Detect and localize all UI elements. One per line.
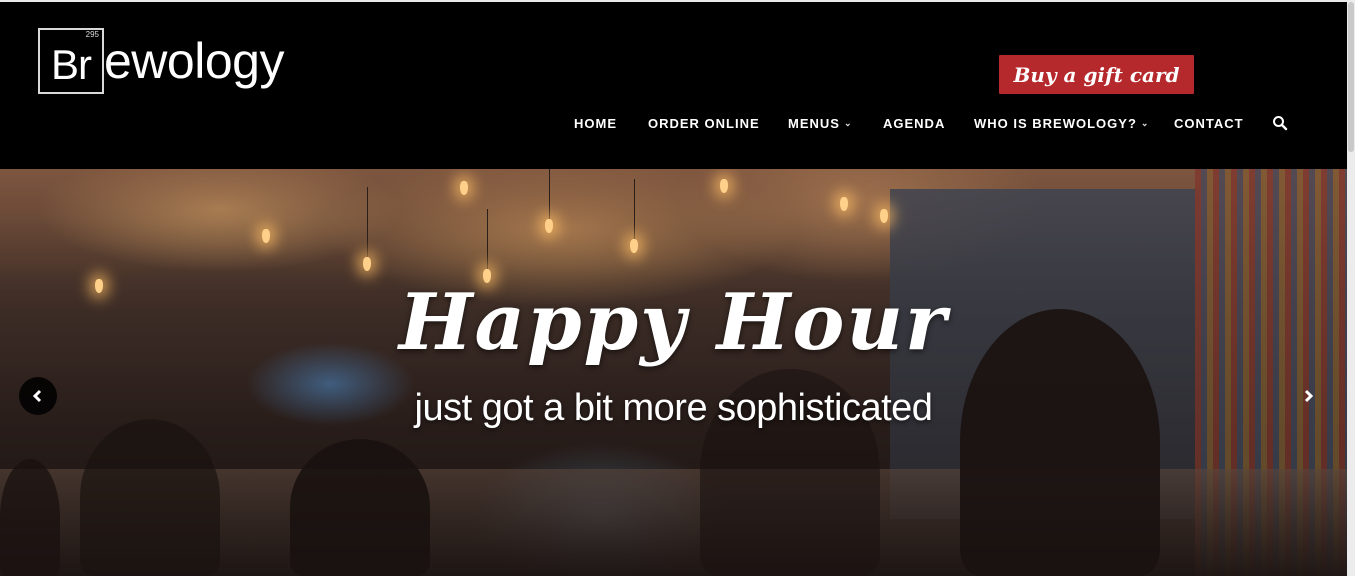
nav-who-is-brewology[interactable]: WHO IS BREWOLOGY? ⌄ [974, 116, 1149, 131]
nav-home-label: HOME [574, 116, 617, 131]
logo-element-box: 295 Br [38, 28, 104, 94]
site-header: 295 Br ewology Buy a gift card HOME ORDE… [0, 2, 1347, 169]
nav-agenda-label: AGENDA [883, 116, 946, 131]
chevron-down-icon: ⌄ [1140, 118, 1150, 128]
chevron-left-icon [32, 389, 42, 403]
slider-next-button[interactable] [1289, 377, 1327, 415]
hero-subtitle: just got a bit more sophisticated [414, 387, 933, 429]
nav-agenda[interactable]: AGENDA [883, 116, 945, 131]
nav-home[interactable]: HOME [574, 116, 617, 131]
hero-bg-person [80, 419, 220, 576]
nav-order-online-label: ORDER ONLINE [648, 116, 760, 131]
pendant-lamp [460, 181, 468, 195]
logo-element-number: 295 [85, 30, 99, 39]
scrollbar-thumb[interactable] [1348, 2, 1354, 152]
hero-bg-person [290, 439, 430, 576]
logo-element-symbol: Br [51, 41, 92, 88]
pendant-lamp [630, 239, 638, 253]
pendant-wire [487, 209, 488, 269]
pendant-wire [549, 169, 550, 219]
pendant-wire [634, 179, 635, 239]
pendant-lamp [880, 209, 888, 223]
pendant-lamp [545, 219, 553, 233]
pendant-lamp [363, 257, 371, 271]
nav-menus-label: MENUS [788, 116, 840, 131]
pendant-lamp [262, 229, 270, 243]
hero-slider: Happy Hour just got a bit more sophistic… [0, 169, 1347, 576]
nav-who-label: WHO IS BREWOLOGY? [974, 116, 1137, 131]
nav-menus[interactable]: MENUS ⌄ [788, 116, 853, 131]
chevron-down-icon: ⌄ [843, 118, 853, 128]
gift-card-button[interactable]: Buy a gift card [999, 55, 1194, 94]
hero-bg-person [0, 459, 60, 576]
pendant-lamp [720, 179, 728, 193]
nav-contact[interactable]: CONTACT [1174, 116, 1244, 131]
logo-wordmark: ewology [104, 33, 284, 89]
slider-prev-button[interactable] [19, 377, 57, 415]
brewology-logo[interactable]: 295 Br ewology [38, 22, 284, 94]
chevron-right-icon [1304, 389, 1314, 403]
pendant-wire [367, 187, 368, 257]
pendant-lamp [840, 197, 848, 211]
nav-contact-label: CONTACT [1174, 116, 1244, 131]
hero-title: Happy Hour [398, 277, 949, 368]
nav-order-online[interactable]: ORDER ONLINE [648, 116, 760, 131]
page-scrollbar[interactable] [1347, 0, 1355, 576]
search-icon[interactable] [1272, 115, 1288, 131]
